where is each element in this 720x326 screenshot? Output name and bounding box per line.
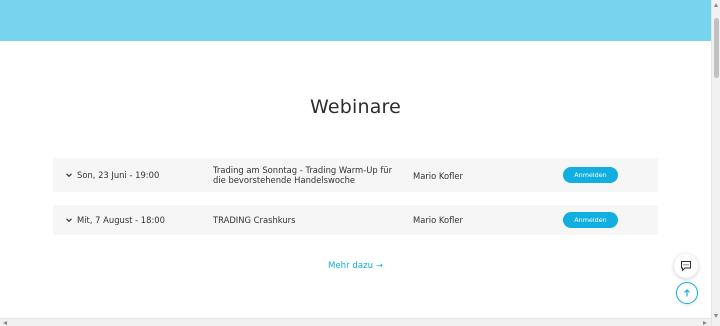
register-button[interactable]: Anmelden bbox=[563, 167, 618, 183]
scroll-thumb[interactable] bbox=[714, 18, 719, 78]
chat-button[interactable] bbox=[674, 254, 698, 278]
header-band bbox=[0, 0, 711, 41]
webinar-date: Mit, 7 August - 18:00 bbox=[77, 215, 165, 225]
chevron-down-icon[interactable] bbox=[65, 171, 73, 179]
webinar-title: TRADING Crashkurs bbox=[213, 215, 296, 225]
section-title: Webinare bbox=[309, 96, 402, 118]
webinar-host: Mario Kofler bbox=[413, 215, 463, 225]
scroll-up-arrow-icon[interactable] bbox=[714, 3, 718, 7]
chat-bubble-icon bbox=[681, 261, 691, 272]
webinar-date: Son, 23 Juni - 19:00 bbox=[77, 170, 160, 180]
webinar-row[interactable]: Son, 23 Juni - 19:00 Trading am Sonntag … bbox=[53, 158, 658, 192]
scroll-down-arrow-icon[interactable] bbox=[714, 314, 718, 318]
vertical-scrollbar[interactable] bbox=[711, 0, 720, 326]
scroll-top-button[interactable] bbox=[676, 282, 698, 304]
horizontal-scrollbar[interactable] bbox=[0, 318, 711, 326]
more-link[interactable]: Mehr dazu → bbox=[328, 261, 383, 271]
scroll-left-arrow-icon[interactable] bbox=[3, 321, 7, 325]
webinar-host: Mario Kofler bbox=[413, 171, 463, 181]
scroll-right-arrow-icon[interactable] bbox=[703, 321, 707, 325]
webinar-title: Trading am Sonntag - Trading Warm-Up für… bbox=[213, 165, 393, 185]
webinar-row[interactable]: Mit, 7 August - 18:00 TRADING Crashkurs … bbox=[53, 205, 658, 235]
register-button[interactable]: Anmelden bbox=[563, 212, 618, 228]
more-link-container: Mehr dazu → bbox=[0, 261, 711, 271]
arrow-up-icon bbox=[684, 289, 690, 297]
chevron-down-icon[interactable] bbox=[65, 216, 73, 224]
